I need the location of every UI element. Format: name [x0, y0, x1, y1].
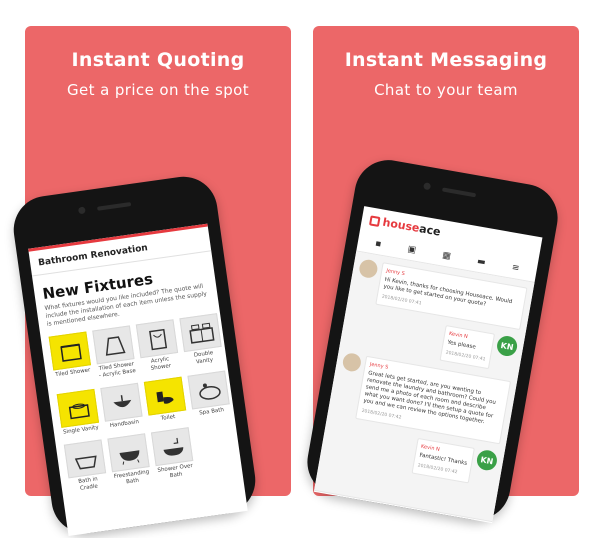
- fixture-label: Freestanding Bath: [113, 469, 150, 486]
- fixture-image: [143, 376, 187, 416]
- fixture-tile-acrylic-shower[interactable]: Acrylic Shower: [135, 319, 181, 374]
- fixture-label: Tiled Shower - Acrylic Base: [98, 361, 137, 380]
- fixture-label: Bath in Cradle: [77, 476, 99, 492]
- fixture-label: Shower Over Bath: [157, 463, 194, 480]
- fixture-image: [48, 331, 91, 371]
- brand-ace: ace: [418, 222, 442, 239]
- calendar-icon[interactable]: ▦: [441, 250, 451, 261]
- card-subtitle: Chat to your team: [374, 81, 518, 99]
- fixture-tile-freestanding-bath[interactable]: Freestanding Bath: [107, 433, 152, 488]
- fixture-image: [100, 382, 143, 422]
- fixture-label: Acrylic Shower: [150, 356, 172, 372]
- fixture-tile-single-vanity[interactable]: Single Vanity: [56, 388, 101, 437]
- speaker-grille: [96, 202, 131, 211]
- fixture-tile-handbasin[interactable]: Handbasin: [100, 382, 144, 431]
- card-title: Instant Messaging: [344, 49, 548, 71]
- card-title: Instant Quoting: [71, 49, 245, 71]
- fixture-tile-toilet[interactable]: Toilet: [143, 376, 188, 425]
- avatar: KN: [475, 448, 499, 472]
- fixture-image: [92, 325, 135, 365]
- brand-house: house: [381, 215, 421, 235]
- fixture-tile-tiled-shower-acrylic[interactable]: Tiled Shower - Acrylic Base: [92, 325, 137, 380]
- fixture-tile-double-vanity[interactable]: Double Vanity: [179, 313, 224, 368]
- fixture-tile-shower-over-bath[interactable]: Shower Over Bath: [150, 427, 196, 482]
- fixture-tile-tiled-shower[interactable]: Tiled Shower: [48, 331, 94, 386]
- fixture-image: [63, 439, 107, 479]
- card-subtitle: Get a price on the spot: [67, 81, 249, 99]
- fixture-tile-spa-bath[interactable]: Spa Bath: [187, 370, 231, 419]
- fixture-image: [187, 370, 230, 410]
- fixture-tile-bath-in-cradle[interactable]: Bath in Cradle: [63, 439, 109, 494]
- fixture-image: [179, 313, 222, 353]
- chat-screen: house ace ▪ ▣ ▦ ▬ ≡ Jenny S Hi Kevin, tha…: [313, 206, 543, 524]
- speaker-grille: [441, 187, 476, 198]
- fixture-image: [135, 319, 179, 359]
- camera-icon: [422, 182, 431, 191]
- fixture-grid: Tiled Shower Tiled Shower - Acrylic Base…: [40, 305, 244, 503]
- list-icon[interactable]: ≡: [511, 263, 520, 274]
- quote-screen: Bathroom Renovation New Fixtures What fi…: [28, 223, 248, 536]
- camera-icon: [77, 206, 86, 215]
- avatar: KN: [495, 334, 519, 358]
- chat-icon[interactable]: ▪: [374, 239, 382, 250]
- avatar: [341, 351, 363, 373]
- fixture-image: [56, 388, 100, 428]
- avatar: [357, 258, 379, 280]
- image-icon[interactable]: ▣: [407, 244, 417, 255]
- card-icon[interactable]: ▬: [476, 257, 486, 268]
- house-logo-icon: [369, 214, 381, 227]
- fixture-label: Double Vanity: [193, 350, 214, 366]
- chat-thread: Jenny S Hi Kevin, thanks for choosing Ho…: [314, 251, 535, 522]
- message-bubble: Kevin N Yes please 2018/02/20 07:41: [439, 325, 496, 370]
- fixture-image: [107, 433, 150, 473]
- message-bubble: Kevin N Fantastic! Thanks 2018/02/20 07:…: [411, 437, 475, 484]
- fixture-image: [150, 427, 194, 467]
